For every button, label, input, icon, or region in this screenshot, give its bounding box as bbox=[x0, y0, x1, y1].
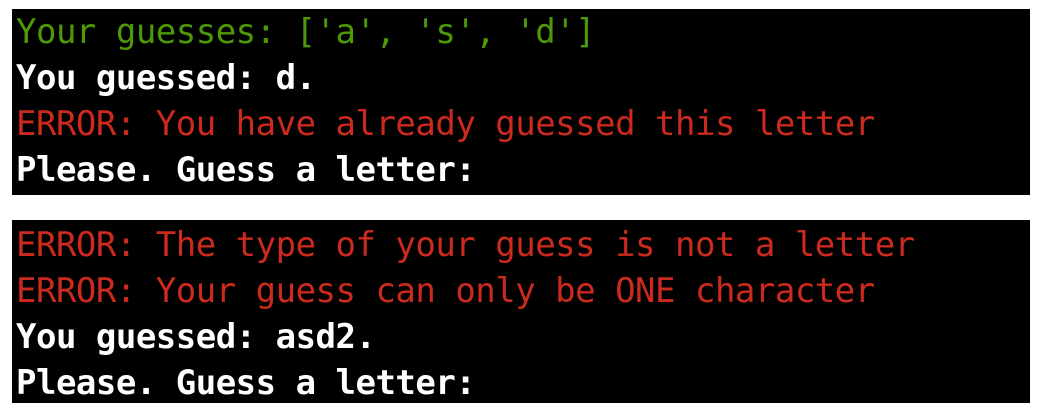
input-prompt-line: Please. Guess a letter: bbox=[16, 150, 476, 190]
guessed-input-line: You guessed: asd2. bbox=[16, 317, 376, 357]
terminal-output-1: Your guesses: ['a', 's', 'd'] You guesse… bbox=[12, 9, 1030, 195]
error-already-guessed-line: ERROR: You have already guessed this let… bbox=[16, 104, 875, 144]
terminal-output-2: ERROR: The type of your guess is not a l… bbox=[12, 220, 1030, 403]
error-one-character-line: ERROR: Your guess can only be ONE charac… bbox=[16, 271, 875, 311]
input-prompt-line: Please. Guess a letter: bbox=[16, 363, 476, 403]
guessed-letter-line: You guessed: d. bbox=[16, 58, 316, 98]
error-not-letter-line: ERROR: The type of your guess is not a l… bbox=[16, 225, 915, 265]
guesses-list-line: Your guesses: ['a', 's', 'd'] bbox=[16, 12, 596, 52]
